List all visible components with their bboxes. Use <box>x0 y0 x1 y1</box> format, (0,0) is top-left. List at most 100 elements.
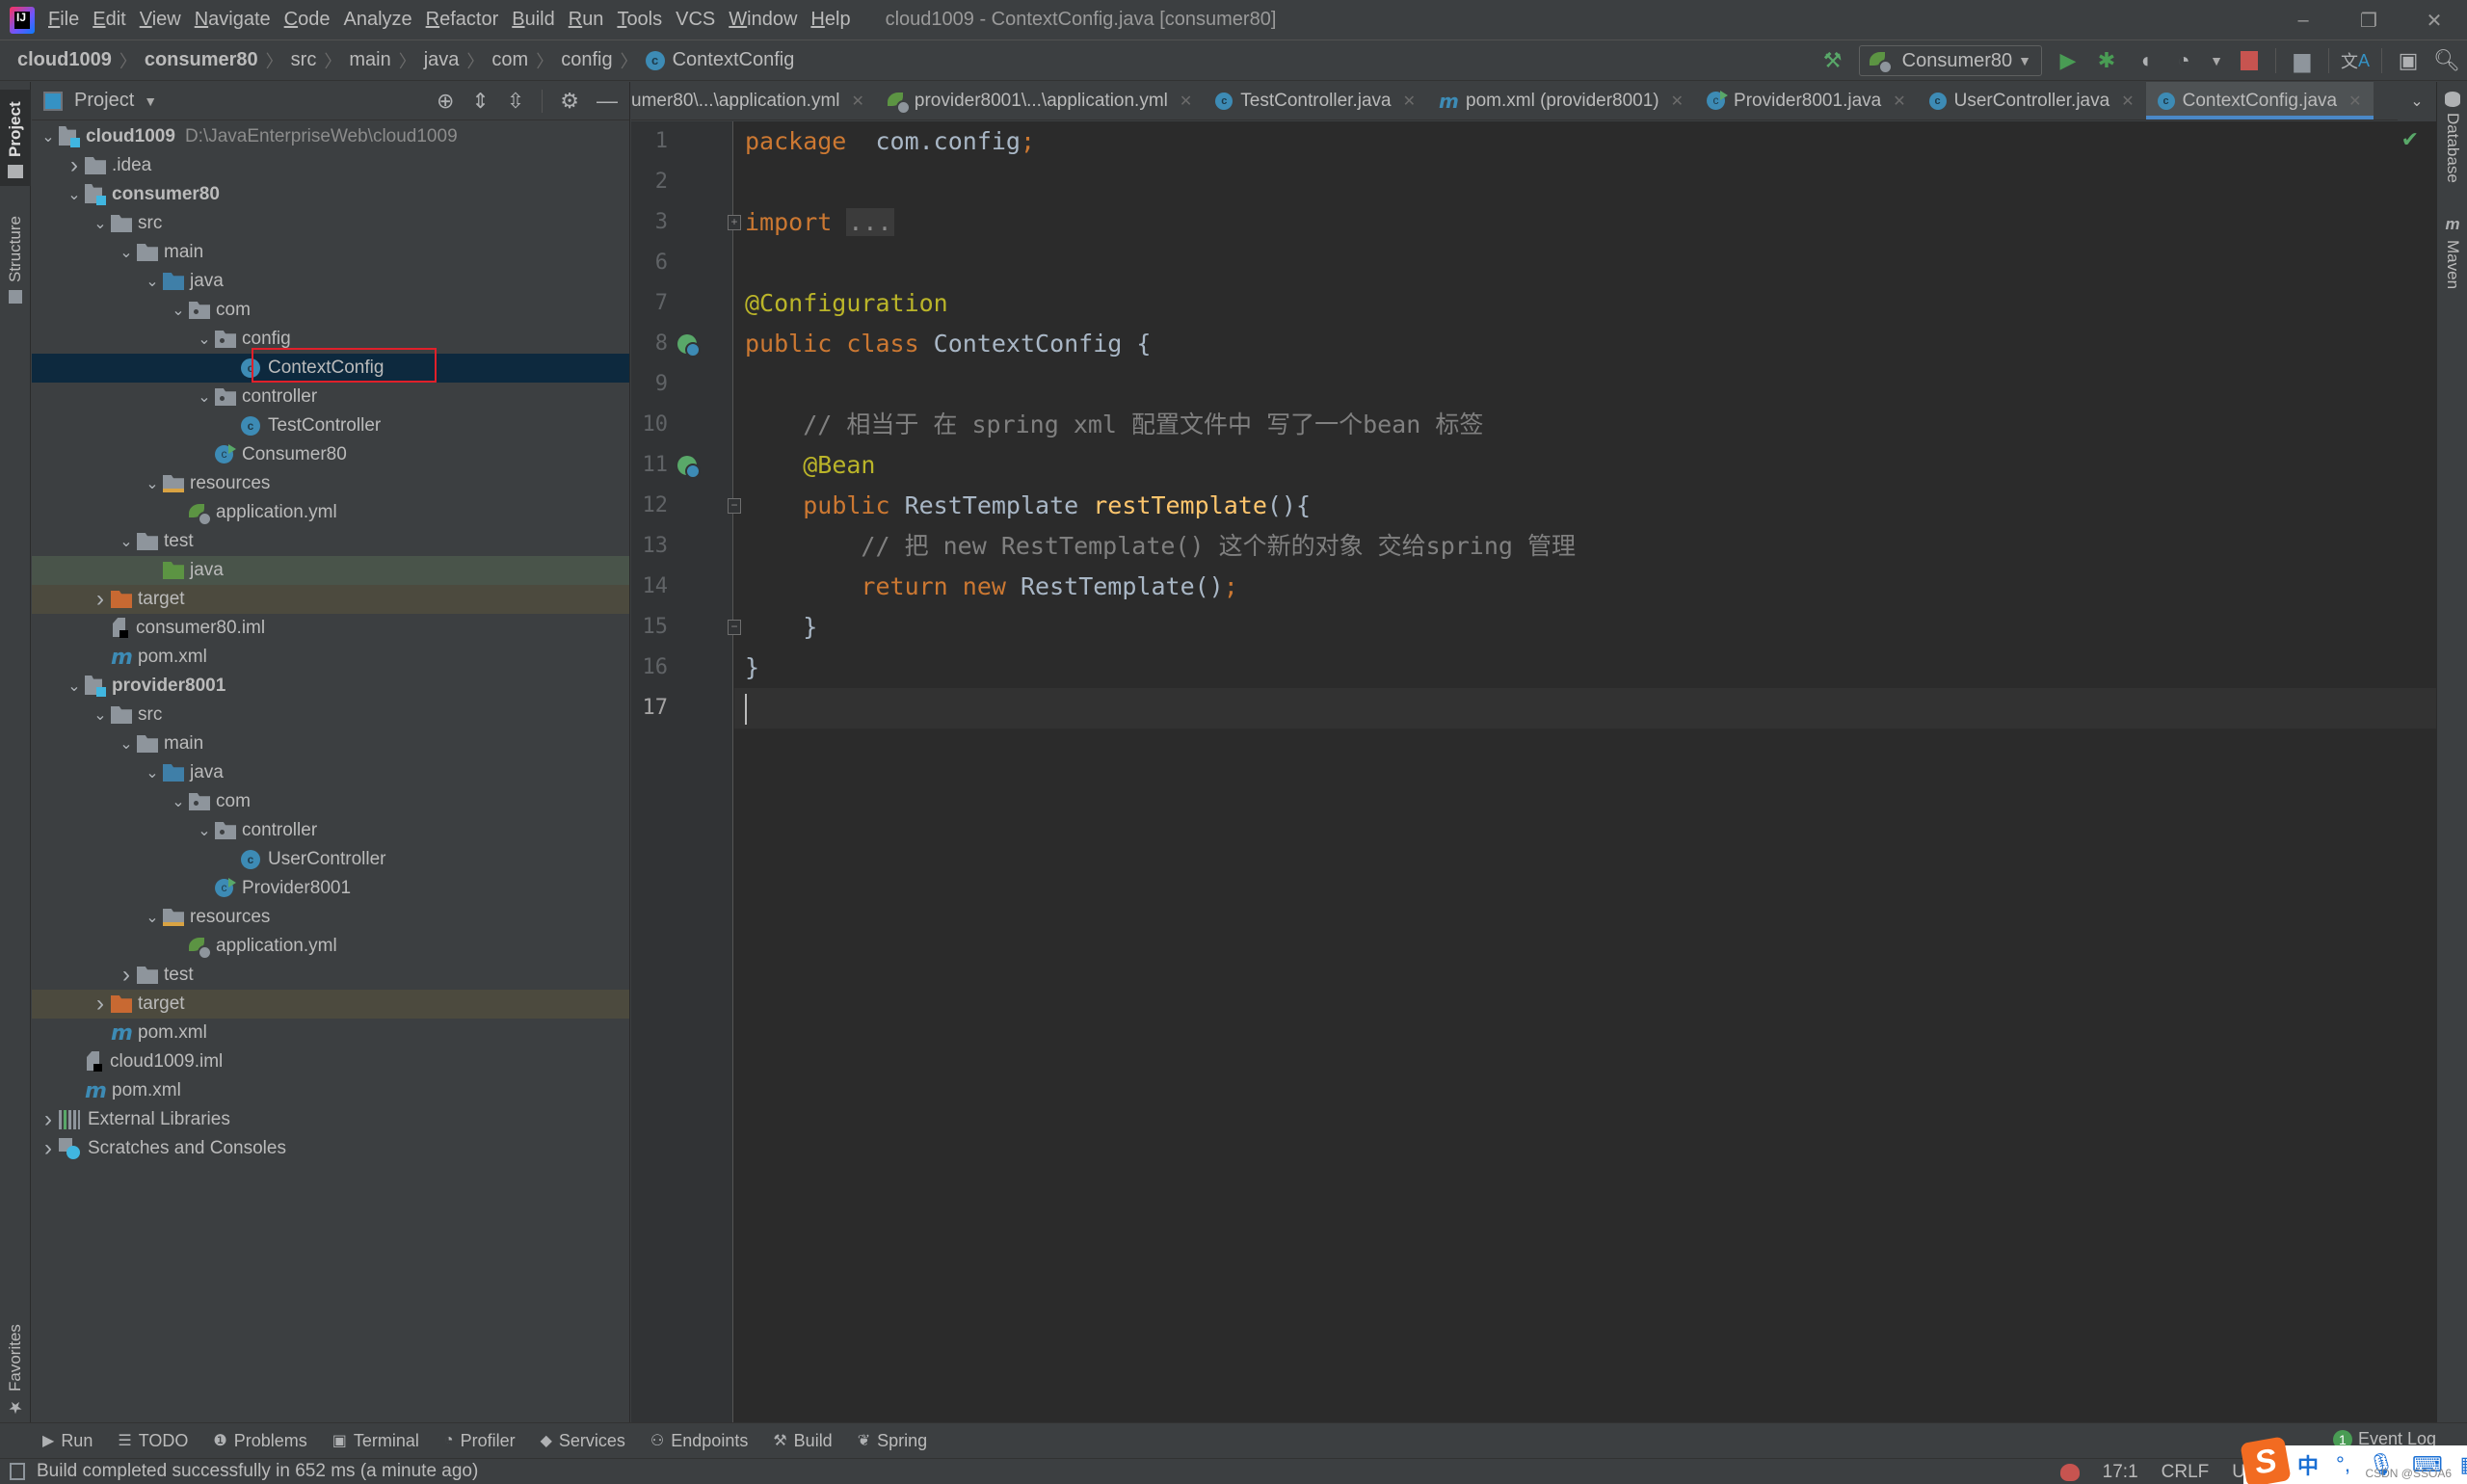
chevron-down-icon[interactable]: ⌄ <box>142 272 163 291</box>
run-icon[interactable]: ▶ <box>2056 48 2081 73</box>
editor-tab[interactable]: c TestController.java ✕ <box>1204 82 1427 119</box>
chevron-down-icon[interactable]: ⌄ <box>38 127 59 146</box>
tool-tab-maven[interactable]: m Maven <box>2437 215 2467 311</box>
tool-tab-project[interactable]: Project <box>0 90 31 186</box>
breadcrumb-item[interactable]: c ContextConfig <box>645 49 794 71</box>
tool-window-build[interactable]: ⚒ Build <box>773 1431 832 1451</box>
tool-window-endpoints[interactable]: ⚇ Endpoints <box>650 1431 748 1451</box>
spring-bean-gutter-icon[interactable] <box>676 454 701 479</box>
breadcrumb-item[interactable]: java <box>424 49 460 71</box>
spring-bean-gutter-icon[interactable] <box>676 332 701 358</box>
menu-file[interactable]: File <box>48 9 79 31</box>
editor-tab[interactable]: m pom.xml (provider8001) ✕ <box>1427 82 1695 119</box>
chevron-down-icon[interactable]: ⌄ <box>194 330 215 349</box>
folded-imports[interactable]: ... <box>846 208 894 236</box>
gutter-line[interactable]: 16 <box>631 648 733 688</box>
chevron-down-icon[interactable]: ⌄ <box>194 821 215 840</box>
close-window-button[interactable]: ✕ <box>2401 9 2467 33</box>
breadcrumb-item[interactable]: config <box>561 49 612 71</box>
tree-node[interactable]: ⌄ com <box>32 296 629 325</box>
tree-node[interactable]: ⌄ src <box>32 209 629 238</box>
tool-tab-favorites[interactable]: ★ Favorites <box>0 1311 31 1417</box>
tool-window-problems[interactable]: ❶ Problems <box>213 1431 306 1451</box>
collapse-fold-icon[interactable]: − <box>728 498 741 514</box>
chevron-down-icon[interactable]: ⌄ <box>116 734 137 754</box>
tree-node[interactable]: ⌄ controller <box>32 383 629 411</box>
tool-window-spring[interactable]: ❦ Spring <box>858 1431 927 1451</box>
code-line[interactable]: // 把 new RestTemplate() 这个新的对象 交给spring … <box>745 526 1576 567</box>
chevron-down-icon[interactable]: ▼ <box>144 93 157 109</box>
minimize-button[interactable]: – <box>2270 10 2336 32</box>
breadcrumb-item[interactable]: src <box>291 49 317 71</box>
locate-file-icon[interactable]: ⊕ <box>437 89 454 114</box>
editor-tab[interactable]: provider8001\...\application.yml ✕ <box>876 82 1204 119</box>
menu-edit[interactable]: Edit <box>93 9 125 31</box>
tree-node[interactable]: Consumer80 <box>32 440 629 469</box>
menu-tools[interactable]: Tools <box>617 9 662 31</box>
tree-node[interactable]: ⌄ resources <box>32 469 629 498</box>
tree-node[interactable]: consumer80.iml <box>32 614 629 643</box>
tree-node[interactable]: m pom.xml <box>32 643 629 672</box>
caret-position[interactable]: 17:1 <box>2103 1462 2138 1483</box>
breadcrumb-item[interactable]: cloud1009 <box>17 49 112 71</box>
expand-all-icon[interactable]: ⇕ <box>471 89 489 114</box>
gutter-line[interactable]: 2 <box>631 162 733 202</box>
chevron-down-icon[interactable]: ⌄ <box>168 301 189 320</box>
menu-vcs[interactable]: VCS <box>676 9 715 31</box>
debug-icon[interactable]: ✱ <box>2094 48 2119 73</box>
close-tab-icon[interactable]: ✕ <box>852 92 864 111</box>
apps-grid-icon[interactable]: ▦ <box>2460 1452 2467 1477</box>
tree-node[interactable]: › External Libraries <box>32 1105 629 1134</box>
gutter-line[interactable]: 8 <box>631 324 733 364</box>
inspection-ok-check-icon[interactable]: ✔ <box>2401 127 2419 152</box>
chevron-right-icon[interactable]: › <box>90 991 111 1018</box>
code-line[interactable]: @Configuration <box>745 283 948 324</box>
tool-window-terminal[interactable]: ▣ Terminal <box>332 1431 419 1451</box>
code-line[interactable]: @Bean <box>745 445 875 486</box>
tool-window-services[interactable]: ◆ Services <box>541 1431 625 1451</box>
editor-tab[interactable]: c ContextConfig.java ✕ <box>2145 82 2374 119</box>
close-tab-icon[interactable]: ✕ <box>1403 92 1416 111</box>
gutter-line[interactable]: 17 <box>631 688 733 729</box>
sogou-ime-logo-icon[interactable]: S <box>2240 1436 2292 1484</box>
tree-node[interactable]: c ContextConfig <box>32 354 629 383</box>
code-line[interactable]: return new RestTemplate(); <box>745 567 1237 607</box>
tree-node[interactable]: application.yml <box>32 498 629 527</box>
chevron-down-icon[interactable]: ⌄ <box>142 908 163 927</box>
code-line[interactable] <box>745 688 747 729</box>
tree-node[interactable]: ⌄ src <box>32 701 629 729</box>
tree-node[interactable]: ⌄ test <box>32 527 629 556</box>
close-tab-icon[interactable]: ✕ <box>1180 92 1192 111</box>
tree-node[interactable]: m pom.xml <box>32 1019 629 1047</box>
chevron-down-icon[interactable]: ⌄ <box>64 676 85 696</box>
menu-help[interactable]: Help <box>810 9 850 31</box>
chevron-down-icon[interactable]: ⌄ <box>64 185 85 204</box>
translate-icon[interactable]: 文A <box>2341 48 2370 73</box>
tree-node[interactable]: Provider8001 <box>32 874 629 903</box>
collapse-all-icon[interactable]: ⇳ <box>507 89 524 114</box>
breadcrumb-item[interactable]: main <box>349 49 390 71</box>
ime-mode-label[interactable]: 中 <box>2297 1449 2319 1480</box>
code-line[interactable]: // 相当于 在 spring xml 配置文件中 写了一个bean 标签 <box>745 405 1483 445</box>
tree-node[interactable]: application.yml <box>32 932 629 961</box>
chevron-right-icon[interactable]: › <box>38 1135 59 1162</box>
collapse-fold-icon[interactable]: − <box>728 620 741 635</box>
tree-node[interactable]: › test <box>32 961 629 990</box>
editor-tab[interactable]: Provider8001.java ✕ <box>1695 82 1918 119</box>
tree-node[interactable]: m pom.xml <box>32 1076 629 1105</box>
code-line[interactable]: package com.config; <box>745 121 1035 162</box>
code-line[interactable]: } <box>745 648 759 688</box>
tool-window-profiler[interactable]: ◔ Profiler <box>444 1431 516 1451</box>
toggle-tool-windows-icon[interactable] <box>10 1463 25 1480</box>
tree-node[interactable]: › Scratches and Consoles <box>32 1134 629 1163</box>
search-icon[interactable]: 🔍︎ <box>2433 48 2460 73</box>
menu-code[interactable]: Code <box>284 9 331 31</box>
profile-dropdown-icon[interactable]: ▼ <box>2210 48 2223 73</box>
build-hammer-icon[interactable]: ⚒ <box>1820 48 1845 73</box>
tool-tab-database[interactable]: Database <box>2437 92 2467 198</box>
terminal-window-icon[interactable]: ▣ <box>2396 48 2421 73</box>
tree-node[interactable]: ⌄ java <box>32 267 629 296</box>
tree-node[interactable]: cloud1009.iml <box>32 1047 629 1076</box>
code-line[interactable]: public class ContextConfig { <box>745 324 1151 364</box>
error-notification-icon[interactable] <box>2059 1463 2080 1481</box>
